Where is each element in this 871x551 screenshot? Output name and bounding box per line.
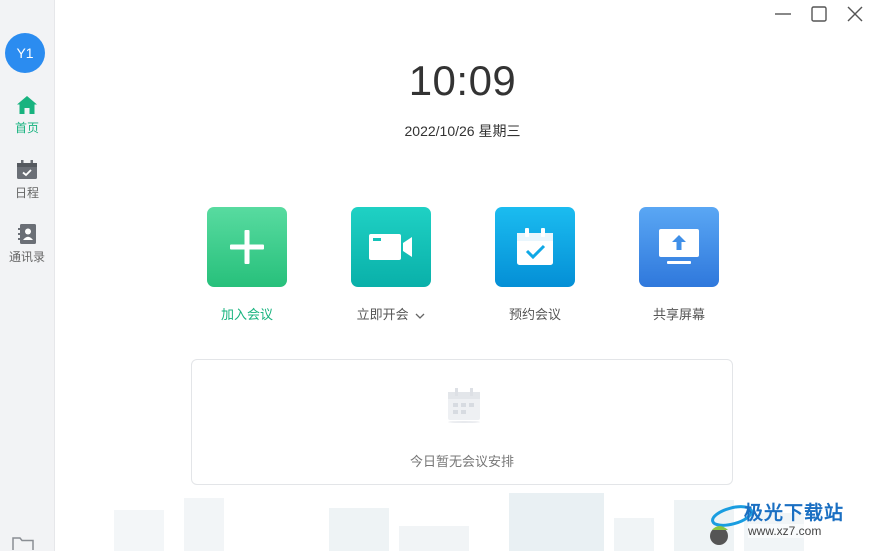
calendar-icon bbox=[17, 160, 37, 179]
plus-icon bbox=[230, 230, 264, 264]
chevron-down-icon[interactable] bbox=[415, 312, 425, 320]
current-time: 10:09 bbox=[408, 57, 517, 104]
contacts-icon bbox=[18, 224, 36, 244]
start-meeting-label[interactable]: 立即开会 bbox=[357, 304, 426, 323]
home-icon bbox=[17, 96, 37, 114]
maximize-icon[interactable] bbox=[809, 5, 829, 23]
sidebar-item-schedule[interactable]: 日程 bbox=[0, 160, 54, 201]
start-meeting-text: 立即开会 bbox=[356, 307, 409, 322]
schedule-meeting-tile[interactable] bbox=[495, 207, 575, 287]
watermark-title: 极光下载站 bbox=[744, 503, 845, 524]
schedule-card: 今日暂无会议安排 bbox=[191, 359, 733, 485]
start-meeting-button[interactable]: 立即开会 bbox=[351, 207, 431, 323]
watermark: 极光下载站 www.xz7.com bbox=[704, 496, 871, 551]
schedule-meeting-button[interactable]: 预约会议 bbox=[495, 207, 575, 323]
watermark-url: www.xz7.com bbox=[748, 524, 822, 538]
current-date: 2022/10/26 星期三 bbox=[404, 123, 521, 139]
avatar[interactable]: Y1 bbox=[5, 33, 45, 73]
share-screen-icon bbox=[659, 229, 699, 264]
empty-calendar-icon bbox=[448, 388, 480, 423]
sidebar-item-contacts[interactable]: 通讯录 bbox=[0, 224, 54, 265]
sidebar-item-label: 日程 bbox=[14, 186, 39, 200]
sidebar-item-label: 首页 bbox=[14, 121, 39, 135]
folder-icon[interactable] bbox=[12, 537, 34, 551]
share-screen-label: 共享屏幕 bbox=[652, 307, 705, 322]
calendar-check-icon bbox=[517, 228, 553, 265]
minimize-icon[interactable] bbox=[773, 5, 793, 23]
close-icon[interactable] bbox=[845, 5, 865, 23]
empty-schedule-text: 今日暂无会议安排 bbox=[409, 454, 514, 469]
sidebar-item-home[interactable]: 首页 bbox=[0, 95, 54, 136]
video-camera-icon bbox=[369, 234, 412, 260]
join-meeting-button[interactable]: 加入会议 bbox=[207, 207, 287, 323]
share-screen-button[interactable]: 共享屏幕 bbox=[639, 207, 719, 323]
sidebar-item-label: 通讯录 bbox=[8, 250, 45, 264]
schedule-meeting-label: 预约会议 bbox=[508, 307, 561, 322]
share-screen-tile[interactable] bbox=[639, 207, 719, 287]
sidebar: Y1 首页 日程 通讯录 bbox=[0, 0, 55, 551]
join-meeting-label: 加入会议 bbox=[220, 307, 273, 322]
join-meeting-tile[interactable] bbox=[207, 207, 287, 287]
start-meeting-tile[interactable] bbox=[351, 207, 431, 287]
